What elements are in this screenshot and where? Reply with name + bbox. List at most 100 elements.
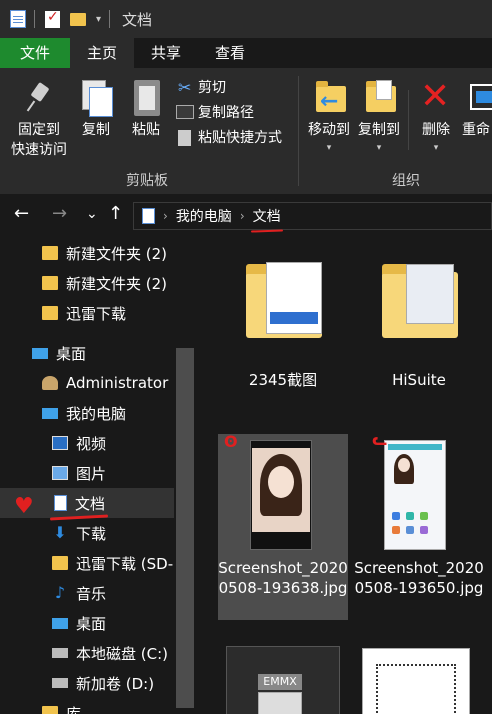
- breadcrumb-my-computer[interactable]: 我的电脑: [176, 206, 232, 226]
- sidebar-item-label: 本地磁盘 (C:): [76, 644, 168, 663]
- sidebar-item-label: 我的电脑: [66, 404, 127, 423]
- pin-label-line2: 快速访问: [11, 142, 67, 158]
- file-item-maze-image[interactable]: [354, 642, 484, 714]
- file-list: 2345截图 HiSuite ʘ Screenshot_20200508-193…: [196, 238, 492, 714]
- sidebar-item-libraries[interactable]: 库: [0, 698, 174, 714]
- customize-dropdown-icon[interactable]: ▾: [96, 14, 101, 25]
- documents-icon: [54, 495, 67, 511]
- file-item-screenshot-193650[interactable]: ᓚ Screenshot_20200508-193650.jpg: [354, 430, 484, 620]
- sidebar-item-desktop[interactable]: 桌面: [0, 338, 174, 368]
- sidebar-item-label: 新建文件夹 (2): [66, 274, 168, 293]
- sidebar-item-xunlei-download[interactable]: 迅雷下载: [0, 298, 174, 328]
- file-name: 2345截图: [248, 371, 318, 389]
- sidebar-item-new-folder-2a[interactable]: 新建文件夹 (2): [0, 238, 174, 268]
- paste-shortcut-icon: [178, 130, 191, 146]
- group-divider: [298, 76, 299, 186]
- copy-to-doc-icon: [376, 80, 392, 100]
- tab-file[interactable]: 文件: [0, 38, 70, 68]
- tab-view[interactable]: 查看: [198, 38, 262, 68]
- tab-share[interactable]: 共享: [134, 38, 198, 68]
- organize-group-label: 组织: [392, 173, 420, 189]
- file-name: HiSuite: [392, 371, 446, 389]
- computer-icon: [42, 407, 58, 419]
- tab-home[interactable]: 主页: [70, 38, 134, 68]
- emmx-badge: EMMX: [258, 674, 302, 690]
- address-box[interactable]: › 我的电脑 › 文档: [133, 202, 492, 230]
- sidebar-item-local-disk-c[interactable]: 本地磁盘 (C:): [0, 638, 174, 668]
- clipboard-group-label: 剪贴板: [126, 173, 168, 189]
- drive-icon: [52, 678, 68, 688]
- file-item-2345-screenshot[interactable]: 2345截图: [218, 252, 348, 412]
- sidebar-item-new-folder-2b[interactable]: 新建文件夹 (2): [0, 268, 174, 298]
- chevron-down-icon: ▾: [376, 143, 382, 153]
- up-button[interactable]: ↑: [108, 204, 123, 224]
- breadcrumb-documents[interactable]: 文档: [253, 206, 281, 226]
- user-folder-icon: [42, 376, 58, 390]
- move-arrow-icon: ←: [320, 89, 339, 114]
- desktop-icon: [32, 347, 48, 359]
- new-folder-icon[interactable]: [70, 12, 86, 26]
- sidebar-item-administrator[interactable]: Administrator: [0, 368, 174, 398]
- video-icon: [52, 436, 68, 450]
- thumbnail-header: [388, 444, 442, 450]
- sidebar-item-music[interactable]: ♪ 音乐: [0, 578, 174, 608]
- library-icon: [42, 706, 58, 714]
- sidebar-item-label: 文档: [75, 494, 106, 513]
- recent-locations-button[interactable]: ⌄: [86, 204, 98, 224]
- folder-icon: [42, 276, 58, 290]
- sidebar-item-xunlei-sd[interactable]: 迅雷下载 (SD-2: [0, 548, 174, 578]
- breadcrumb-separator[interactable]: ›: [163, 209, 168, 223]
- properties-icon[interactable]: [45, 9, 60, 28]
- delete-x-icon: ✕: [420, 76, 451, 117]
- sidebar-item-volume-d[interactable]: 新加卷 (D:): [0, 668, 174, 698]
- sidebar-item-label: 桌面: [76, 614, 107, 633]
- sidebar-item-my-computer[interactable]: 我的电脑: [0, 398, 174, 428]
- explorer-doc-icon: [10, 10, 26, 28]
- file-item-emmx[interactable]: EMMX: [218, 642, 348, 714]
- drive-icon: [52, 648, 68, 658]
- desktop-icon: [52, 617, 68, 629]
- paste-label: 粘贴: [132, 122, 160, 138]
- annotation-mark: ᓚ: [372, 430, 387, 449]
- sidebar-item-videos[interactable]: 视频: [0, 428, 174, 458]
- forward-button[interactable]: →: [52, 204, 67, 224]
- title-bar: ▾ 文档: [0, 0, 492, 38]
- music-icon: ♪: [54, 583, 66, 602]
- rename-icon: [470, 84, 492, 110]
- chevron-down-icon: ▾: [326, 143, 332, 153]
- separator: [109, 10, 111, 28]
- app-icon: [406, 526, 414, 534]
- sidebar-item-label: 视频: [76, 434, 107, 453]
- folder-preview: [406, 264, 454, 324]
- sidebar-item-pictures[interactable]: 图片: [0, 458, 174, 488]
- scrollbar-thumb[interactable]: [176, 348, 194, 708]
- annotation-mark: ʘ: [224, 432, 238, 451]
- sidebar-item-desktop-2[interactable]: 桌面: [0, 608, 174, 638]
- separator: [34, 10, 35, 28]
- group-divider: [408, 90, 409, 150]
- cut-label: 剪切: [198, 80, 226, 96]
- move-to-label: 移动到: [308, 122, 350, 138]
- file-item-screenshot-193638[interactable]: ʘ Screenshot_20200508-193638.jpg: [218, 432, 348, 620]
- file-name: Screenshot_20200508-193650.jpg: [354, 559, 484, 597]
- clipboard-icon: [134, 80, 160, 116]
- delete-label: 删除: [422, 122, 450, 138]
- app-icon: [420, 526, 428, 534]
- sidebar-item-label: 新加卷 (D:): [76, 674, 155, 693]
- file-item-hisuite[interactable]: HiSuite: [354, 252, 484, 412]
- paste-shortcut-label: 粘贴快捷方式: [198, 130, 282, 146]
- folder-icon: [42, 306, 58, 320]
- sidebar-item-label: 库: [66, 704, 82, 714]
- sidebar-item-label: 图片: [76, 464, 107, 483]
- breadcrumb-separator[interactable]: ›: [240, 209, 245, 223]
- sidebar-item-label: Administrator: [66, 374, 169, 392]
- sidebar-item-label: 迅雷下载: [66, 304, 127, 323]
- preview-highlight: [270, 312, 318, 324]
- copy-path-label: 复制路径: [198, 105, 254, 121]
- back-button[interactable]: ←: [14, 204, 29, 224]
- emmx-doc-icon: [258, 692, 302, 714]
- address-bar-row: ← → ⌄ ↑ › 我的电脑 › 文档: [0, 194, 492, 238]
- sidebar-scrollbar[interactable]: [174, 238, 196, 714]
- sidebar-item-downloads[interactable]: ⬇ 下载: [0, 518, 174, 548]
- annotation-mark: ♥: [14, 494, 34, 519]
